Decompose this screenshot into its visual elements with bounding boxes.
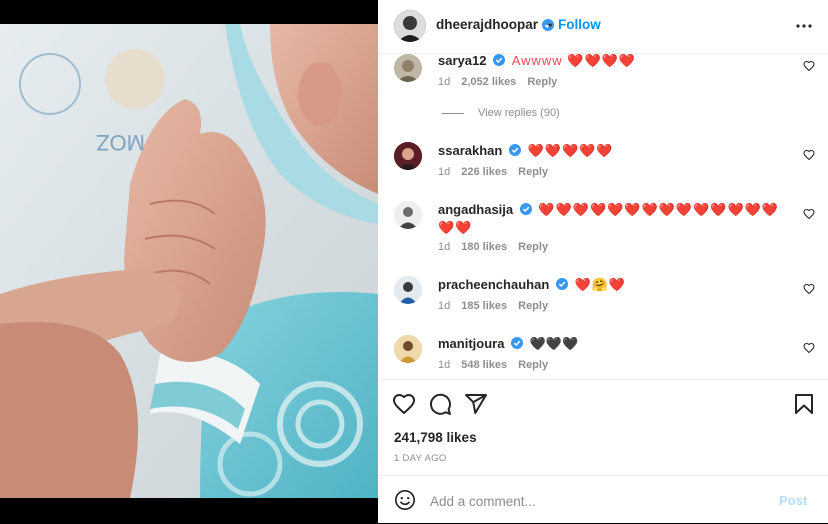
verified-badge-icon: [493, 54, 506, 66]
verified-badge-icon: [508, 144, 521, 156]
comment-reply-button[interactable]: Reply: [518, 166, 548, 178]
bookmark-icon[interactable]: [792, 392, 816, 416]
more-horizontal-icon[interactable]: [794, 16, 814, 36]
comment-meta: 1d 185 likes Reply: [438, 300, 548, 312]
comment-reply-button[interactable]: Reply: [518, 241, 548, 253]
likes-count[interactable]: 241,798 likes: [394, 430, 477, 445]
comment-body: manitjoura 🖤🖤🖤: [438, 335, 783, 353]
comment-meta: 1d 180 likes Reply: [438, 241, 548, 253]
view-replies-label: View replies (90): [478, 107, 560, 119]
comment-username[interactable]: pracheenchauhan: [438, 277, 549, 292]
commenter-avatar-image: [394, 276, 422, 304]
comment-time[interactable]: 1d: [438, 359, 450, 371]
view-replies-button[interactable]: View replies (90): [442, 107, 560, 119]
header-separator: •: [548, 18, 553, 32]
comment-meta: 1d 2,052 likes Reply: [438, 76, 557, 88]
commenter-avatar-image: [394, 335, 422, 363]
emoji-icon[interactable]: [394, 489, 416, 511]
comment-body: ssarakhan ❤️❤️❤️❤️❤️: [438, 142, 783, 160]
commenter-avatar-image: [394, 201, 422, 229]
comment-text: ❤️🤗❤️: [574, 277, 627, 292]
author-avatar-image: [394, 10, 426, 42]
comments-list: sarya12 Awwww ❤️❤️❤️❤️ 1d 2,052 likes Re…: [378, 54, 828, 378]
commenter-avatar-image: [394, 54, 422, 82]
commenter-avatar[interactable]: [394, 335, 422, 363]
comment-reply-button[interactable]: Reply: [518, 359, 548, 371]
verified-badge-icon: [511, 337, 524, 349]
add-comment-bar: Post: [378, 475, 828, 524]
commenter-avatar[interactable]: [394, 276, 422, 304]
commenter-avatar[interactable]: [394, 201, 422, 229]
comment-like-icon[interactable]: [803, 283, 815, 295]
svg-text:MOZ: MOZ: [96, 130, 145, 155]
commenter-avatar[interactable]: [394, 142, 422, 170]
comment-meta: 1d 548 likes Reply: [438, 359, 548, 371]
post-image[interactable]: MOZ: [0, 24, 378, 498]
comment-text: Awwww ❤️❤️❤️❤️: [511, 54, 637, 68]
post-comment-button[interactable]: Post: [779, 493, 807, 508]
comment-username[interactable]: manitjoura: [438, 336, 504, 351]
follow-button[interactable]: Follow: [558, 17, 601, 32]
comment-meta: 1d 226 likes Reply: [438, 166, 548, 178]
comment-body: pracheenchauhan ❤️🤗❤️: [438, 276, 783, 294]
post-header: dheerajdhoopar • Follow: [378, 0, 828, 54]
comment-input[interactable]: [428, 489, 762, 513]
comment-text: 🖤🖤🖤: [529, 336, 579, 351]
baby-hand-photo: MOZ: [0, 24, 378, 498]
comment-body: angadhasija ❤️❤️❤️❤️❤️❤️❤️❤️❤️❤️❤️❤️❤️❤️…: [438, 201, 783, 237]
commenter-avatar-image: [394, 142, 422, 170]
comment-like-icon[interactable]: [803, 149, 815, 161]
comment-like-icon[interactable]: [803, 342, 815, 354]
share-icon[interactable]: [464, 392, 488, 416]
replies-divider-line: [442, 112, 464, 114]
comment-time[interactable]: 1d: [438, 241, 450, 253]
author-username[interactable]: dheerajdhoopar: [436, 17, 538, 32]
comment-likes[interactable]: 548 likes: [461, 359, 507, 371]
comment-username[interactable]: ssarakhan: [438, 143, 502, 158]
comment-likes[interactable]: 180 likes: [461, 241, 507, 253]
author-avatar[interactable]: [394, 10, 426, 42]
post-side-panel: dheerajdhoopar • Follow sarya12 Awwww ❤️…: [378, 0, 828, 523]
comment-username[interactable]: angadhasija: [438, 202, 513, 217]
post-timestamp[interactable]: 1 DAY AGO: [394, 453, 447, 464]
comment-like-icon[interactable]: [803, 208, 815, 220]
comment-likes[interactable]: 2,052 likes: [461, 76, 516, 88]
comment-username[interactable]: sarya12: [438, 54, 486, 68]
comment-time[interactable]: 1d: [438, 300, 450, 312]
comment-icon[interactable]: [428, 392, 452, 416]
comment-like-icon[interactable]: [803, 60, 815, 72]
comment-time[interactable]: 1d: [438, 76, 450, 88]
comment-likes[interactable]: 226 likes: [461, 166, 507, 178]
author-username-wrap: dheerajdhoopar: [436, 17, 555, 32]
comment-body: sarya12 Awwww ❤️❤️❤️❤️: [438, 54, 783, 70]
comment-time[interactable]: 1d: [438, 166, 450, 178]
comment-text: ❤️❤️❤️❤️❤️: [527, 143, 614, 158]
post-media: MOZ: [0, 0, 378, 523]
comment-reply-button[interactable]: Reply: [527, 76, 557, 88]
comment-likes[interactable]: 185 likes: [461, 300, 507, 312]
heart-icon[interactable]: [392, 392, 416, 416]
comment-reply-button[interactable]: Reply: [518, 300, 548, 312]
verified-badge-icon: [519, 203, 532, 215]
commenter-avatar[interactable]: [394, 54, 422, 82]
verified-badge-icon: [555, 278, 568, 290]
